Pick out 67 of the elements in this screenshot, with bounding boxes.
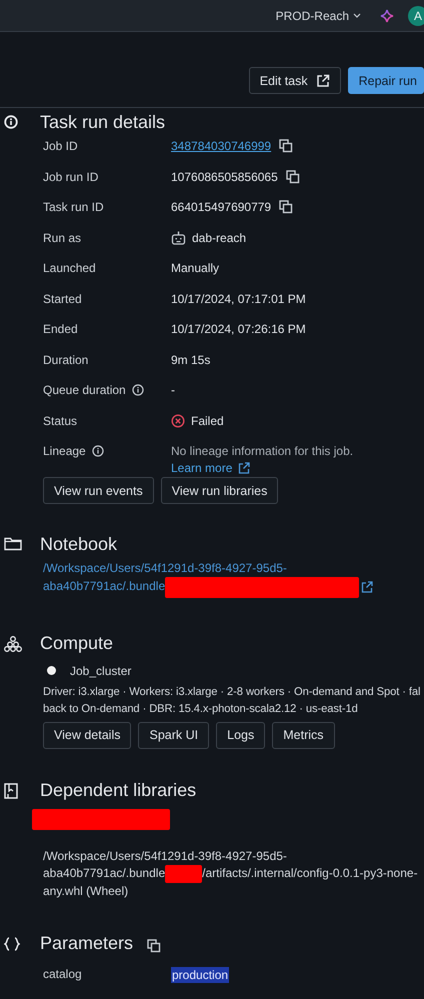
field-value: Manually [171, 261, 220, 275]
redaction-mark [165, 864, 202, 882]
status-text: Failed [191, 414, 224, 428]
copy-icon[interactable] [279, 200, 294, 214]
learn-more-link[interactable]: Learn more [171, 461, 250, 475]
library-path: /artifacts/.internal/config-0.0.1-py3-none- [202, 865, 418, 882]
library-path: /Workspace/Users/54f1291d-39f8-4927-95d5- [43, 848, 287, 864]
action-button[interactable]: Logs [216, 722, 266, 748]
avatar[interactable]: A [408, 6, 424, 26]
copy-icon[interactable] [279, 139, 294, 153]
parameter-value: production [171, 966, 230, 982]
field-label: Ended [43, 322, 78, 336]
field-label: Job ID [43, 139, 78, 153]
folder-icon [4, 537, 22, 551]
section-title: Notebook [40, 534, 118, 554]
external-link-icon [361, 581, 374, 593]
library-path: any.whl (Wheel) [43, 882, 128, 900]
external-link-icon [238, 462, 250, 474]
user-name: dab-reach [192, 230, 246, 244]
info-icon [4, 115, 18, 129]
copy-icon[interactable] [147, 938, 162, 952]
cluster-spec: back to On-demand · DBR: 15.4.x-photon-scala2.12 · us-east-1d [43, 702, 359, 716]
field-label: Status [43, 414, 78, 428]
error-icon [171, 414, 185, 428]
field-value: 1076086505856065 [171, 170, 278, 184]
field-value: - [171, 383, 175, 397]
action-button[interactable]: Spark UI [138, 722, 210, 748]
robot-icon [171, 230, 186, 244]
lineage-note: No lineage information for this job. [171, 444, 354, 458]
notebook-path-link[interactable]: aba40b7791ac/.bundle [43, 579, 166, 595]
parameter-name: catalog [43, 966, 82, 980]
library-path: aba40b7791ac/.bundle [43, 865, 166, 882]
chevron-down-icon [353, 13, 361, 18]
section-title: Task run details [40, 112, 166, 132]
field-value: 10/17/2024, 07:17:01 PM [171, 292, 306, 306]
field-value: 10/17/2024, 07:26:16 PM [171, 322, 306, 336]
field-label: Duration [43, 352, 88, 366]
field-label: Launched [43, 261, 96, 275]
field-label: Started [43, 292, 82, 306]
workspace-selector[interactable]: PROD-Reach [276, 8, 361, 22]
cluster-spec: Driver: i3.xlarge · Workers: i3.xlarge · 2-8 workers · On-demand and Spot · fal [43, 684, 422, 700]
field-value: 9m 15s [171, 352, 210, 366]
field-label: Lineage [43, 444, 86, 458]
action-button[interactable]: View run events [43, 477, 154, 504]
action-button[interactable]: View run libraries [160, 477, 278, 504]
field-label: Queue duration [43, 383, 126, 397]
notebook-path-link[interactable]: /Workspace/Users/54f1291d-39f8-4927-95d5- [43, 561, 287, 576]
section-title: Parameters [40, 933, 134, 954]
external-link-icon [316, 74, 330, 88]
cluster-name: Job_cluster [70, 664, 132, 678]
repair-run-button[interactable]: Repair run [348, 67, 424, 94]
field-label: Task run ID [43, 200, 104, 214]
sparkle-icon[interactable] [380, 8, 394, 22]
action-button[interactable]: View details [43, 722, 132, 748]
library-icon [4, 782, 18, 798]
copy-icon[interactable] [286, 170, 300, 184]
cluster-icon [4, 636, 22, 652]
field-value: 664015497690779 [171, 200, 272, 214]
section-title: Compute [40, 633, 114, 654]
circle-icon [47, 666, 56, 675]
section-title: Dependent libraries [40, 780, 196, 801]
field-label: Run as [43, 230, 82, 244]
braces-icon [4, 936, 20, 950]
field-label: Job run ID [43, 170, 98, 184]
edit-task-button[interactable]: Edit task [248, 67, 341, 94]
job-id-link[interactable]: 348784030746999 [171, 139, 272, 153]
action-button[interactable]: Metrics [272, 722, 335, 748]
